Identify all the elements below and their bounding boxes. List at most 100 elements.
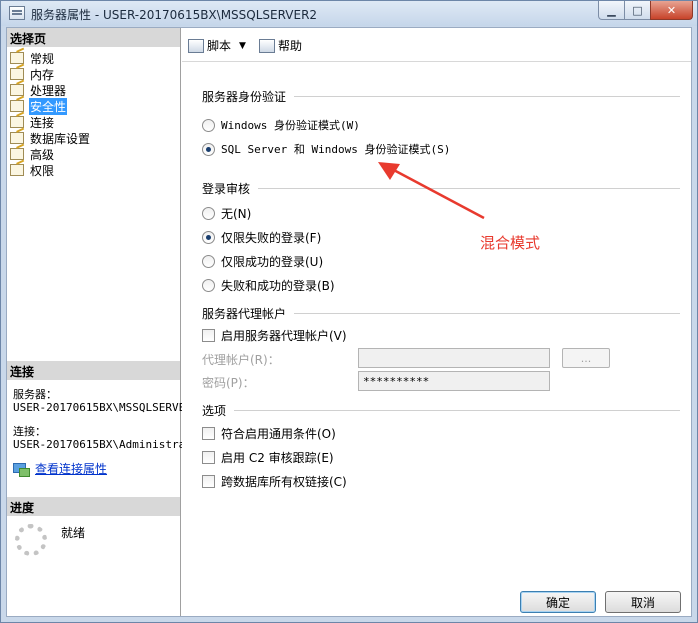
password-label: 密码(P)： bbox=[202, 376, 255, 390]
proxy-account-label: 代理帐户(R)： bbox=[202, 353, 280, 367]
annotation-arrow bbox=[378, 162, 485, 220]
page-item-label: 高级 bbox=[30, 147, 55, 162]
view-connection-link[interactable]: 查看连接属性 bbox=[35, 460, 107, 477]
script-button[interactable]: 脚本 ▼ bbox=[188, 37, 246, 54]
group-divider bbox=[294, 313, 680, 314]
radio-unchecked-icon bbox=[202, 279, 215, 292]
help-label: 帮助 bbox=[278, 39, 303, 53]
audit-none-radio[interactable]: 无(N) bbox=[202, 205, 251, 222]
minimize-button[interactable]: ▁ bbox=[598, 1, 625, 20]
cancel-button[interactable]: 取消 bbox=[605, 591, 681, 613]
annotation-label: 混合模式 bbox=[480, 234, 541, 252]
toolbar: 脚本 ▼ 帮助 bbox=[182, 28, 691, 62]
cross-db-label: 跨数据库所有权链接(C) bbox=[221, 475, 347, 489]
audit-failed-label: 仅限失败的登录(F) bbox=[221, 231, 322, 245]
script-label: 脚本 bbox=[207, 39, 232, 53]
c2-audit-checkbox[interactable]: 启用 C2 审核跟踪(E) bbox=[202, 449, 334, 466]
auth-group-title: 服务器身份验证 bbox=[202, 88, 680, 105]
connection-info: 服务器： USER-20170615BX\MSSQLSERVER 连接： USE… bbox=[13, 388, 192, 451]
help-icon bbox=[259, 38, 275, 53]
window-controls: ▁ □ ✕ bbox=[598, 1, 693, 20]
common-criteria-checkbox[interactable]: 符合启用通用条件(O) bbox=[202, 425, 336, 442]
checkbox-icon bbox=[202, 427, 215, 440]
audit-both-label: 失败和成功的登录(B) bbox=[221, 279, 335, 293]
connection-header: 连接 bbox=[7, 361, 180, 380]
radio-unchecked-icon bbox=[202, 255, 215, 268]
radio-checked-icon bbox=[202, 142, 215, 156]
cross-db-checkbox[interactable]: 跨数据库所有权链接(C) bbox=[202, 473, 347, 490]
connection-properties-icon bbox=[13, 462, 30, 477]
page-item-permissions[interactable]: 权限 bbox=[10, 162, 91, 178]
proxy-account-field[interactable] bbox=[358, 348, 550, 368]
connection-label: 连接： bbox=[13, 425, 46, 438]
page-item-label: 内存 bbox=[30, 67, 55, 82]
checkbox-icon bbox=[202, 475, 215, 488]
radio-unchecked-icon bbox=[202, 207, 215, 220]
c2-audit-label: 启用 C2 审核跟踪(E) bbox=[221, 451, 334, 465]
window-title: 服务器属性 - USER-20170615BX\MSSQLSERVER2 bbox=[31, 8, 318, 22]
progress-status: 就绪 bbox=[61, 526, 86, 540]
audit-both-radio[interactable]: 失败和成功的登录(B) bbox=[202, 277, 335, 294]
help-button[interactable]: 帮助 bbox=[259, 37, 302, 54]
page-item-label: 常规 bbox=[30, 51, 55, 66]
close-button[interactable]: ✕ bbox=[650, 1, 693, 20]
page-list: 常规 内存 处理器 安全性 连接 数据库设置 高级 权限 bbox=[10, 50, 91, 178]
page-item-label: 连接 bbox=[30, 115, 55, 130]
audit-none-label: 无(N) bbox=[221, 207, 252, 221]
checkbox-icon bbox=[202, 451, 215, 464]
radio-unchecked-icon bbox=[202, 118, 215, 132]
view-connection-properties[interactable]: 查看连接属性 bbox=[13, 460, 107, 477]
auth-group-label: 服务器身份验证 bbox=[202, 90, 287, 104]
audit-failed-radio[interactable]: 仅限失败的登录(F) bbox=[202, 229, 321, 246]
page-icon bbox=[10, 148, 24, 160]
right-pane: 脚本 ▼ 帮助 服务器身份验证 Windows 身份验证模式(W) SQL Se… bbox=[182, 28, 691, 616]
script-icon bbox=[188, 38, 204, 53]
maximize-icon: □ bbox=[632, 3, 643, 17]
progress-area: 就绪 bbox=[15, 524, 85, 556]
page-icon bbox=[10, 84, 24, 96]
select-page-header: 选择页 bbox=[7, 28, 180, 47]
options-group-title: 选项 bbox=[202, 402, 680, 419]
browse-button[interactable]: ... bbox=[562, 348, 610, 368]
left-pane: 选择页 常规 内存 处理器 安全性 连接 数据库设置 高级 权限 连接 服务器：… bbox=[7, 28, 192, 616]
dropdown-arrow-icon[interactable]: ▼ bbox=[239, 41, 246, 51]
group-divider bbox=[294, 96, 680, 97]
window-icon bbox=[9, 6, 25, 20]
group-divider bbox=[234, 410, 680, 411]
windows-auth-radio[interactable]: Windows 身份验证模式(W) bbox=[202, 117, 360, 133]
proxy-group-title: 服务器代理帐户 bbox=[202, 305, 680, 322]
page-item-label: 处理器 bbox=[30, 83, 67, 98]
title-bar[interactable]: 服务器属性 - USER-20170615BX\MSSQLSERVER2 ▁ □… bbox=[1, 1, 697, 26]
maximize-button[interactable]: □ bbox=[624, 1, 651, 20]
audit-success-radio[interactable]: 仅限成功的登录(U) bbox=[202, 253, 323, 270]
mixed-auth-radio[interactable]: SQL Server 和 Windows 身份验证模式(S) bbox=[202, 141, 450, 157]
page-icon bbox=[10, 68, 24, 80]
checkbox-icon bbox=[202, 329, 215, 342]
audit-group-label: 登录审核 bbox=[202, 182, 251, 196]
page-icon bbox=[10, 116, 24, 128]
server-properties-window: 服务器属性 - USER-20170615BX\MSSQLSERVER2 ▁ □… bbox=[0, 0, 698, 623]
page-item-label: 数据库设置 bbox=[30, 131, 91, 146]
enable-proxy-checkbox[interactable]: 启用服务器代理帐户(V) bbox=[202, 327, 347, 344]
page-icon bbox=[10, 52, 24, 64]
minimize-icon: ▁ bbox=[607, 3, 616, 17]
radio-checked-icon bbox=[202, 231, 215, 244]
common-criteria-label: 符合启用通用条件(O) bbox=[221, 427, 336, 441]
windows-auth-label: Windows 身份验证模式(W) bbox=[221, 119, 360, 132]
enable-proxy-label: 启用服务器代理帐户(V) bbox=[221, 329, 347, 343]
server-label: 服务器： bbox=[13, 388, 57, 401]
ok-button[interactable]: 确定 bbox=[520, 591, 596, 613]
page-item-label: 安全性 bbox=[29, 97, 68, 115]
dialog-client: 选择页 常规 内存 处理器 安全性 连接 数据库设置 高级 权限 连接 服务器：… bbox=[6, 27, 692, 617]
annotation-arrow-line bbox=[389, 166, 485, 220]
page-item-label: 权限 bbox=[30, 163, 55, 178]
close-icon: ✕ bbox=[666, 3, 677, 17]
progress-header: 进度 bbox=[7, 497, 180, 516]
options-group-label: 选项 bbox=[202, 404, 227, 418]
password-field[interactable]: ********** bbox=[358, 371, 550, 391]
proxy-group-label: 服务器代理帐户 bbox=[202, 307, 287, 321]
page-icon bbox=[10, 132, 24, 144]
audit-success-label: 仅限成功的登录(U) bbox=[221, 255, 324, 269]
mixed-auth-label: SQL Server 和 Windows 身份验证模式(S) bbox=[221, 143, 451, 156]
page-icon bbox=[10, 100, 24, 112]
